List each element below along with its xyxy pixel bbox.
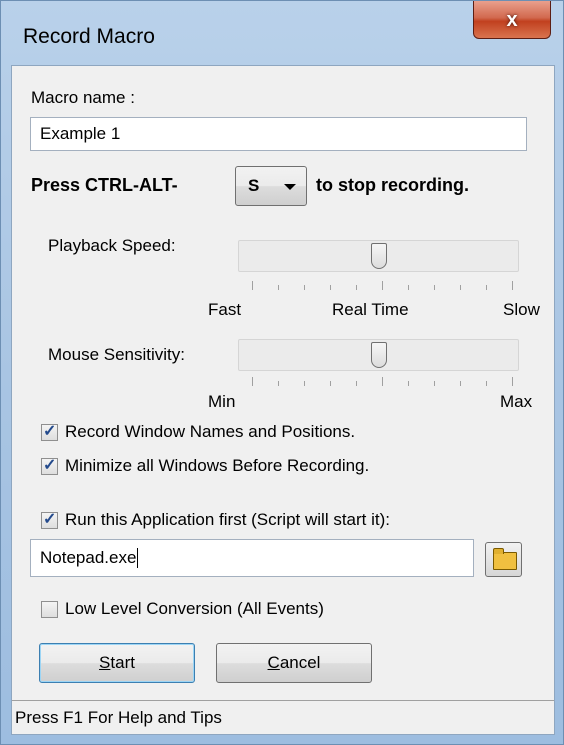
tick	[512, 377, 513, 386]
application-path-value: Notepad.exe	[40, 548, 137, 567]
tick	[382, 377, 383, 386]
tick	[304, 285, 305, 290]
stop-key-dropdown[interactable]: S	[235, 166, 307, 206]
tick	[304, 381, 305, 386]
playback-speed-thumb[interactable]	[370, 243, 387, 269]
tick	[252, 281, 253, 290]
tick	[486, 381, 487, 386]
tick	[356, 285, 357, 290]
sensitivity-min-label: Min	[208, 392, 236, 411]
mouse-sensitivity-thumb[interactable]	[370, 342, 387, 368]
cancel-accelerator: C	[267, 653, 280, 672]
tick	[486, 285, 487, 290]
tick	[408, 381, 409, 386]
checkmark-icon: ✓	[43, 457, 57, 474]
close-button[interactable]: x	[473, 1, 551, 39]
cancel-button[interactable]: Cancel	[216, 643, 372, 683]
dialog-body: Macro name : Example 1 Press CTRL-ALT- S…	[11, 65, 555, 735]
cancel-label: ancel	[279, 653, 321, 672]
minimize-windows-checkbox[interactable]: ✓	[41, 457, 58, 475]
tick	[434, 285, 435, 290]
sensitivity-max-label: Max	[500, 392, 533, 411]
tick	[330, 381, 331, 386]
text-cursor	[137, 548, 139, 568]
hotkey-prefix: Press CTRL-ALT-	[31, 175, 178, 195]
start-label: tart	[110, 653, 135, 672]
playback-fast-label: Fast	[208, 300, 242, 319]
tick	[356, 381, 357, 386]
tick	[434, 381, 435, 386]
stop-key-value: S	[248, 176, 260, 195]
tick	[460, 285, 461, 290]
mouse-sensitivity-slider[interactable]	[238, 339, 519, 371]
start-accelerator: S	[99, 653, 111, 672]
macro-name-label: Macro name :	[31, 88, 135, 107]
close-icon: x	[506, 8, 518, 31]
playback-speed-slider[interactable]	[238, 240, 519, 272]
macro-name-value: Example 1	[40, 124, 121, 143]
checkmark-icon: ✓	[43, 423, 57, 440]
application-path-input[interactable]: Notepad.exe	[30, 539, 474, 577]
folder-open-icon	[493, 548, 517, 570]
tick	[330, 285, 331, 290]
run-application-label[interactable]: Run this Application first (Script will …	[65, 510, 390, 530]
playback-slow-label: Slow	[503, 300, 540, 319]
tick	[408, 285, 409, 290]
playback-speed-label: Playback Speed:	[48, 236, 176, 255]
record-window-names-label[interactable]: Record Window Names and Positions.	[65, 422, 355, 442]
title-bar[interactable]: Record Macro x	[1, 1, 563, 65]
hotkey-suffix: to stop recording.	[316, 175, 469, 195]
tick	[382, 281, 383, 290]
checkmark-icon: ✓	[43, 511, 57, 528]
start-button[interactable]: Start	[39, 643, 195, 683]
chevron-down-icon	[284, 184, 296, 190]
record-macro-dialog: Record Macro x Macro name : Example 1 Pr…	[0, 0, 564, 745]
minimize-windows-label[interactable]: Minimize all Windows Before Recording.	[65, 456, 369, 476]
window-title: Record Macro	[23, 25, 155, 48]
status-text: Press F1 For Help and Tips	[15, 707, 222, 727]
low-level-conversion-checkbox[interactable]	[41, 601, 58, 618]
low-level-conversion-label[interactable]: Low Level Conversion (All Events)	[65, 599, 324, 619]
record-window-names-checkbox[interactable]: ✓	[41, 423, 58, 441]
macro-name-input[interactable]: Example 1	[30, 117, 527, 151]
tick	[252, 377, 253, 386]
tick	[278, 285, 279, 290]
playback-realtime-label: Real Time	[332, 300, 409, 319]
browse-button[interactable]	[485, 542, 522, 577]
tick	[460, 381, 461, 386]
run-application-checkbox[interactable]: ✓	[41, 511, 58, 529]
status-bar: Press F1 For Help and Tips	[12, 700, 554, 734]
tick	[512, 281, 513, 290]
tick	[278, 381, 279, 386]
mouse-sensitivity-label: Mouse Sensitivity:	[48, 345, 185, 364]
